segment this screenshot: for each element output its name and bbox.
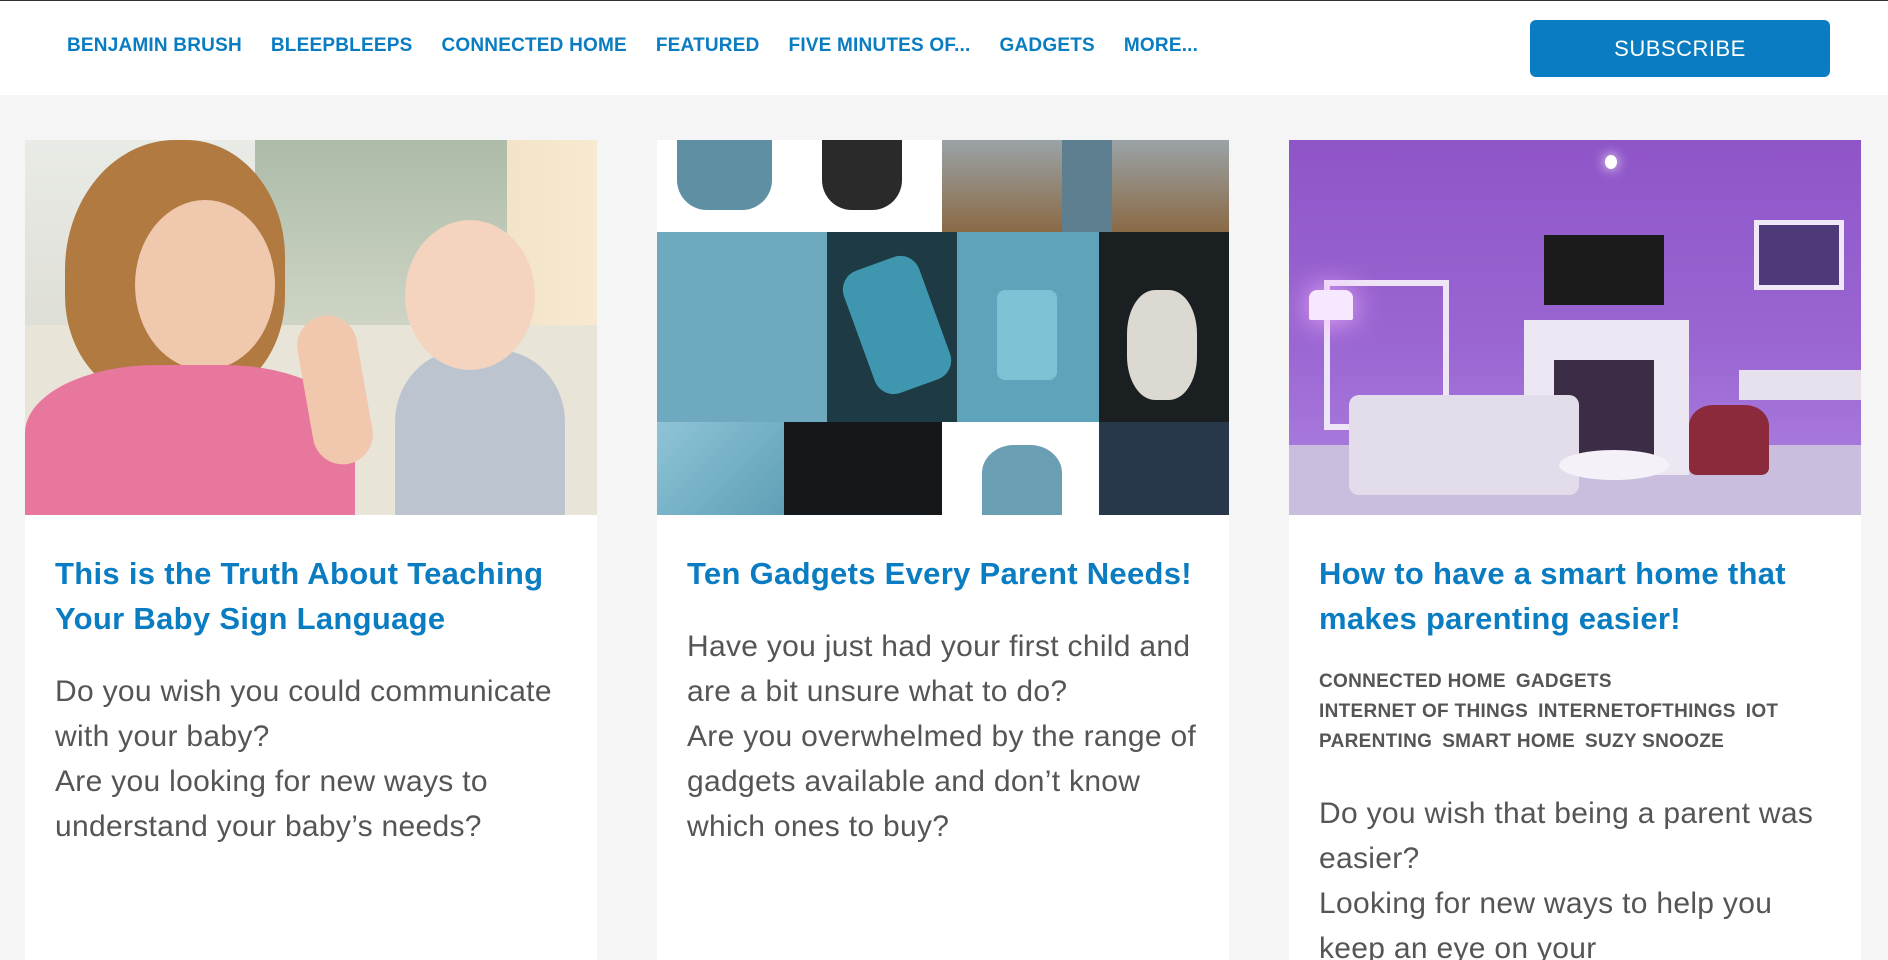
tag-link[interactable]: INTERNETOFTHINGS	[1538, 699, 1736, 725]
article-excerpt-line: Do you wish that being a parent was easi…	[1319, 797, 1814, 875]
site-header: BENJAMIN BRUSH BLEEPBLEEPS CONNECTED HOM…	[0, 1, 1888, 95]
article-title[interactable]: This is the Truth About Teaching Your Ba…	[55, 551, 567, 641]
article-title[interactable]: Ten Gadgets Every Parent Needs!	[687, 551, 1199, 596]
article-image[interactable]	[25, 140, 597, 515]
tag-link[interactable]: IOT	[1746, 699, 1779, 725]
subscribe-button[interactable]: SUBSCRIBE	[1530, 20, 1830, 77]
article-excerpt-line: Do you wish you could communicate with y…	[55, 675, 552, 753]
tag-link[interactable]: CONNECTED HOME	[1319, 669, 1506, 695]
nav-item-gadgets[interactable]: GADGETS	[1000, 35, 1095, 57]
tag-link[interactable]: SMART HOME	[1442, 729, 1575, 755]
article-image[interactable]	[1289, 140, 1861, 515]
article-excerpt-line: Looking for new ways to help you keep an…	[1319, 887, 1773, 960]
tag-link[interactable]: INTERNET OF THINGS	[1319, 699, 1528, 725]
tag-link[interactable]: SUZY SNOOZE	[1585, 729, 1724, 755]
nav-item-five-minutes-of[interactable]: FIVE MINUTES OF...	[789, 35, 971, 57]
nav-item-more[interactable]: MORE...	[1124, 35, 1198, 57]
tag-link[interactable]: PARENTING	[1319, 729, 1432, 755]
nav-item-featured[interactable]: FEATURED	[656, 35, 760, 57]
article-image[interactable]	[657, 140, 1229, 515]
tag-list: CONNECTED HOME GADGETS INTERNET OF THING…	[1319, 669, 1831, 755]
article-card: This is the Truth About Teaching Your Ba…	[25, 140, 597, 960]
article-excerpt-line: Are you overwhelmed by the range of gadg…	[687, 720, 1197, 843]
nav-item-connected-home[interactable]: CONNECTED HOME	[441, 35, 626, 57]
category-nav: BENJAMIN BRUSH BLEEPBLEEPS CONNECTED HOM…	[67, 35, 1227, 57]
nav-item-bleepbleeps[interactable]: BLEEPBLEEPS	[271, 35, 413, 57]
article-card: Ten Gadgets Every Parent Needs! Have you…	[657, 140, 1229, 960]
article-title[interactable]: How to have a smart home that makes pare…	[1319, 551, 1831, 641]
article-card: How to have a smart home that makes pare…	[1289, 140, 1861, 960]
nav-item-benjamin-brush[interactable]: BENJAMIN BRUSH	[67, 35, 242, 57]
article-excerpt-line: Have you just had your first child and a…	[687, 630, 1191, 708]
tag-link[interactable]: GADGETS	[1516, 669, 1612, 695]
article-excerpt-line: Are you looking for new ways to understa…	[55, 765, 488, 843]
